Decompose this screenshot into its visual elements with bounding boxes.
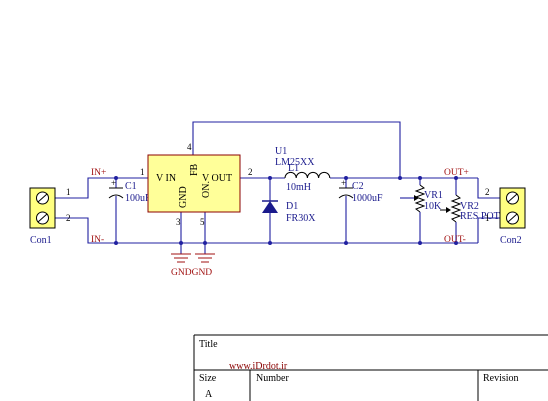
u1-pin-fb: FB xyxy=(189,163,200,176)
vr2-value: RES POT xyxy=(460,211,500,222)
potentiometer-vr1: VR1 10K xyxy=(414,184,443,213)
u1-pin3: 3 xyxy=(176,217,181,227)
con2-ref: Con2 xyxy=(500,235,522,246)
con1-pin2: 2 xyxy=(66,213,71,223)
u1-pin4: 4 xyxy=(187,142,192,152)
size-value: A xyxy=(205,389,213,400)
connector-con1: 1 2 Con1 xyxy=(29,187,71,246)
net-in-minus: IN- xyxy=(91,235,104,245)
con1-ref: Con1 xyxy=(30,235,52,246)
size-label: Size xyxy=(199,373,217,384)
net-in-plus: IN+ xyxy=(91,168,106,178)
u1-pin1: 1 xyxy=(140,167,145,177)
svg-text:+: + xyxy=(341,178,346,188)
ground-symbols: GNDGND xyxy=(171,253,215,278)
wire-in-minus xyxy=(55,217,278,244)
con1-pin1: 1 xyxy=(66,187,71,197)
l1-value: 10mH xyxy=(286,182,311,193)
vr1-value: 10K xyxy=(424,201,442,212)
potentiometer-vr2: VR2 RES POT xyxy=(440,194,500,223)
svg-text:+: + xyxy=(111,178,116,188)
con2-pin2: 1 xyxy=(485,213,490,223)
gnd-label: GNDGND xyxy=(171,268,212,278)
u1-pin5: 5 xyxy=(200,217,205,227)
capacitor-c1: + C1 100uF xyxy=(108,178,151,204)
c1-value: 100uF xyxy=(125,193,151,204)
revision-label: Revision xyxy=(483,373,519,384)
number-label: Number xyxy=(256,373,289,384)
c2-value: 1000uF xyxy=(352,193,383,204)
title-block: Title www.iDrdot.ir Size A Number Revisi… xyxy=(193,334,548,401)
watermark: www.iDrdot.ir xyxy=(229,361,288,372)
net-out-plus: OUT+ xyxy=(444,168,469,178)
u1-pin-on: ON. xyxy=(201,181,212,198)
c2-ref: C2 xyxy=(352,181,364,192)
u1-pin-vin: V IN xyxy=(156,173,176,184)
d1-ref: D1 xyxy=(286,201,298,212)
schematic-diagram: 1 2 Con1 IN+ IN- OUT+ OUT- + C1 100uF 1 … xyxy=(29,121,548,401)
u1-ref: U1 xyxy=(275,146,287,157)
u1-pin-gnd: GND xyxy=(178,186,189,208)
con2-pin1: 2 xyxy=(485,187,490,197)
u1-pin2: 2 xyxy=(248,167,253,177)
net-out-minus: OUT- xyxy=(444,235,466,245)
vr1-ref: VR1 xyxy=(424,190,443,201)
d1-value: FR30X xyxy=(286,213,316,224)
c1-ref: C1 xyxy=(125,181,137,192)
title-label: Title xyxy=(199,339,218,350)
l1-ref: L1 xyxy=(288,163,299,174)
